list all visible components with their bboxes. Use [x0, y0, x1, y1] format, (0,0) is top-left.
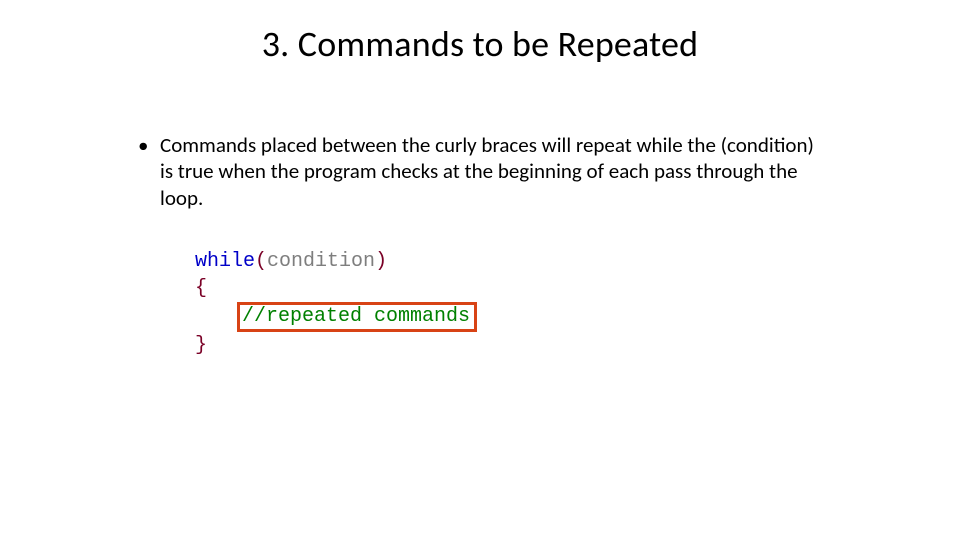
code-brace-close: } [195, 334, 207, 357]
bullet-text: Commands placed between the curly braces… [160, 132, 814, 211]
code-brace-open: { [195, 277, 207, 300]
bullet-item: • Commands placed between the curly brac… [160, 132, 820, 211]
code-keyword-while: while [195, 250, 255, 273]
code-comment: //repeated commands [242, 305, 470, 328]
bullet-dot-icon: • [138, 132, 148, 158]
code-paren-open: ( [255, 250, 267, 273]
slide: 3. Commands to be Repeated • Commands pl… [0, 0, 960, 540]
code-paren-close: ) [375, 250, 387, 273]
code-identifier: condition [267, 250, 375, 273]
highlight-box: //repeated commands [237, 302, 477, 332]
code-snippet: while(condition) { //repeated commands } [195, 248, 477, 359]
slide-title: 3. Commands to be Repeated [0, 22, 960, 66]
